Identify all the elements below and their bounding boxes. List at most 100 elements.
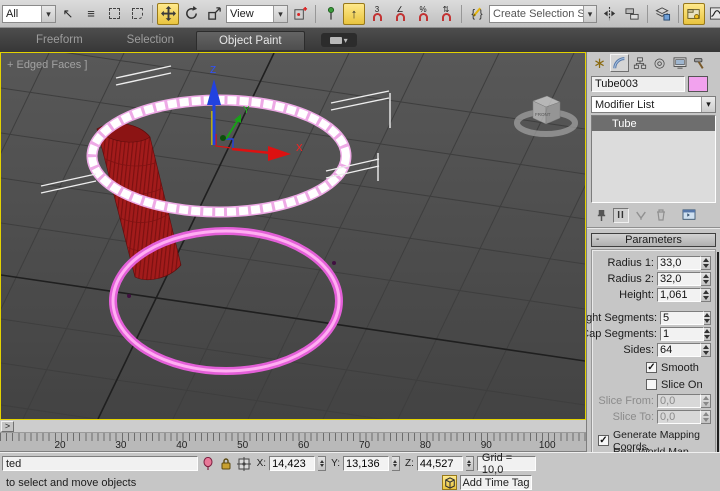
pin-stack-button[interactable] xyxy=(593,208,609,223)
height-segments-spinner[interactable] xyxy=(704,311,711,325)
paint-selection-region-button[interactable] xyxy=(126,3,148,25)
ribbon-config-button[interactable]: ▾ xyxy=(321,33,357,47)
absolute-mode-transform-button[interactable] xyxy=(237,456,252,471)
select-and-scale-button[interactable] xyxy=(203,3,225,25)
y-coord-field[interactable] xyxy=(343,456,389,471)
layer-manager-button[interactable] xyxy=(652,3,674,25)
rect-region-icon xyxy=(109,8,120,19)
angle-snap-icon: ∠ xyxy=(396,6,405,21)
tab-create[interactable]: ∗ xyxy=(590,54,609,72)
y-coord-spinner[interactable] xyxy=(392,456,400,471)
rectangular-selection-region-button[interactable] xyxy=(103,3,125,25)
separator xyxy=(678,5,679,23)
edit-named-selection-sets-button[interactable]: {} xyxy=(466,3,488,25)
show-end-result-button[interactable]: II xyxy=(613,208,629,223)
cap-segments-field[interactable] xyxy=(660,327,704,341)
rollout-scroll-gutter[interactable] xyxy=(717,252,719,453)
status-prompt-field: ted xyxy=(2,456,198,471)
cap-segments-spinner[interactable] xyxy=(704,327,711,341)
curve-editor-button[interactable] xyxy=(706,3,720,25)
use-pivot-point-center-button[interactable] xyxy=(289,3,311,25)
z-coord-spinner[interactable] xyxy=(466,456,474,471)
z-coord-field[interactable] xyxy=(417,456,463,471)
x-coord-field[interactable] xyxy=(269,456,315,471)
sides-field[interactable] xyxy=(657,343,701,357)
tab-selection[interactable]: Selection xyxy=(105,31,196,49)
selection-filter-dropdown[interactable]: All ▾ xyxy=(2,5,56,23)
slice-on-checkbox[interactable] xyxy=(646,379,657,390)
viewcube[interactable]: FRONT xyxy=(517,96,575,134)
track-bar[interactable]: 2030405060708090100 xyxy=(0,433,586,452)
generate-mapping-checkbox[interactable]: ✓ xyxy=(598,435,609,446)
x-coord-spinner[interactable] xyxy=(318,456,326,471)
make-unique-button[interactable] xyxy=(633,208,649,223)
viewport-canvas: Z X Y FRONT + Edged Faces ] xyxy=(1,53,585,419)
command-panel-tabs: ∗ ◎ xyxy=(587,52,720,74)
percent-snap-toggle-button[interactable]: % xyxy=(412,3,434,25)
selection-filter-value: All xyxy=(6,8,18,20)
named-selection-set-dropdown[interactable]: Create Selection Se ▾ xyxy=(489,5,597,23)
cube-icon xyxy=(444,477,456,489)
keyboard-shortcut-override-button[interactable]: ↑ xyxy=(343,3,365,25)
curve-editor-icon xyxy=(709,6,720,21)
slice-to-row: Slice To: xyxy=(596,409,711,424)
height-field[interactable] xyxy=(657,288,701,302)
tab-display[interactable] xyxy=(670,54,689,72)
time-slider[interactable]: > xyxy=(0,420,586,433)
tab-hierarchy[interactable] xyxy=(630,54,649,72)
status-row-1: ted X: Y: Z: Grid = 10,0 xyxy=(0,454,536,473)
modifier-stack[interactable]: Tube xyxy=(591,115,716,203)
status-bar: ted X: Y: Z: Grid = 10,0 to select and m… xyxy=(0,452,720,491)
selection-lock-toggle[interactable] xyxy=(219,456,234,471)
spinner-snap-toggle-button[interactable]: ⇅ xyxy=(435,3,457,25)
stack-item-tube[interactable]: Tube xyxy=(592,116,715,131)
isolate-toggle-button[interactable] xyxy=(442,475,457,490)
viewport-label[interactable]: + Edged Faces ] xyxy=(7,59,87,71)
toggle-layer-explorer-button[interactable] xyxy=(683,3,705,25)
reference-coordinate-system-dropdown[interactable]: View ▾ xyxy=(226,5,288,23)
parameters-rollout-header[interactable]: - Parameters xyxy=(591,233,716,247)
height-segments-field[interactable] xyxy=(660,311,704,325)
height-spinner[interactable] xyxy=(701,288,711,302)
mirror-button[interactable] xyxy=(598,3,620,25)
select-and-rotate-button[interactable] xyxy=(180,3,202,25)
trackbar-number: 100 xyxy=(539,440,556,451)
select-and-manipulate-button[interactable] xyxy=(320,3,342,25)
viewcube-front-label: FRONT xyxy=(535,112,551,117)
object-color-swatch[interactable] xyxy=(688,76,708,92)
object-name-field[interactable] xyxy=(591,76,685,92)
select-object-button[interactable]: ↖ xyxy=(57,3,79,25)
z-coord-label: Z: xyxy=(405,458,414,469)
tab-freeform[interactable]: Freeform xyxy=(14,31,105,49)
perspective-viewport[interactable]: Z X Y FRONT + Edged Faces ] xyxy=(0,52,586,420)
remove-modifier-button[interactable] xyxy=(653,208,669,223)
slice-on-label: Slice On xyxy=(661,379,703,391)
isolate-selection-button[interactable] xyxy=(201,456,216,471)
next-frame-button[interactable]: > xyxy=(1,421,14,432)
select-by-name-button[interactable]: ≡ xyxy=(80,3,102,25)
snap-toggle-3d-button[interactable]: 3 xyxy=(366,3,388,25)
add-time-tag[interactable]: Add Time Tag xyxy=(460,475,532,490)
smooth-checkbox[interactable]: ✓ xyxy=(646,362,657,373)
command-panel: ∗ ◎ Modifier List ▾ Tube II xyxy=(586,52,720,455)
radius2-spinner[interactable] xyxy=(701,272,711,286)
trackbar-number: 80 xyxy=(420,440,431,451)
tab-object-paint[interactable]: Object Paint xyxy=(196,31,305,50)
cap-segments-label: Cap Segments: xyxy=(586,328,657,340)
radius1-field[interactable] xyxy=(657,256,701,270)
radius2-field[interactable] xyxy=(657,272,701,286)
paint-region-icon xyxy=(132,8,143,19)
slice-to-label: Slice To: xyxy=(613,411,654,423)
align-button[interactable] xyxy=(621,3,643,25)
configure-modifier-sets-button[interactable] xyxy=(681,208,697,223)
radius1-spinner[interactable] xyxy=(701,256,711,270)
modifier-list-dropdown[interactable]: Modifier List ▾ xyxy=(591,96,716,113)
select-and-move-button[interactable] xyxy=(157,3,179,25)
tab-utilities[interactable] xyxy=(690,54,709,72)
sides-spinner[interactable] xyxy=(701,343,711,357)
trackbar-number: 70 xyxy=(359,440,370,451)
show-end-result-icon: II xyxy=(617,210,625,221)
angle-snap-toggle-button[interactable]: ∠ xyxy=(389,3,411,25)
tab-modify[interactable] xyxy=(610,54,629,72)
tab-motion[interactable]: ◎ xyxy=(650,54,669,72)
